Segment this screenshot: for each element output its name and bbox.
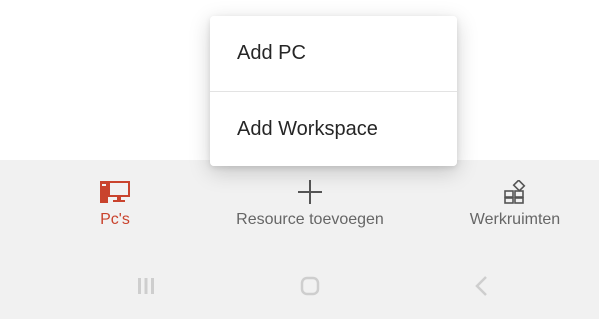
bottom-navigation: Pc's Resource toevoegen Werkruimten bbox=[0, 160, 599, 252]
plus-icon bbox=[297, 180, 323, 204]
nav-item-add-resource[interactable]: Resource toevoegen bbox=[200, 160, 420, 252]
workspaces-icon bbox=[503, 180, 527, 204]
nav-item-workspaces[interactable]: Werkruimten bbox=[440, 160, 590, 252]
menu-item-add-workspace[interactable]: Add Workspace bbox=[210, 92, 457, 166]
nav-label-workspaces: Werkruimten bbox=[469, 211, 561, 228]
nav-item-pcs[interactable]: Pc's bbox=[60, 160, 170, 252]
system-navigation-bar bbox=[0, 252, 599, 319]
nav-label-add-resource: Resource toevoegen bbox=[236, 211, 384, 228]
app-screen: Pc's Resource toevoegen Werkruimten Add … bbox=[0, 0, 599, 319]
pc-icon bbox=[98, 180, 132, 204]
home-icon[interactable] bbox=[298, 274, 322, 298]
recents-icon[interactable] bbox=[134, 274, 158, 298]
nav-label-pcs: Pc's bbox=[100, 211, 130, 228]
add-resource-popup-menu: Add PC Add Workspace bbox=[210, 16, 457, 166]
menu-item-add-pc[interactable]: Add PC bbox=[210, 16, 457, 91]
back-icon[interactable] bbox=[470, 274, 494, 298]
